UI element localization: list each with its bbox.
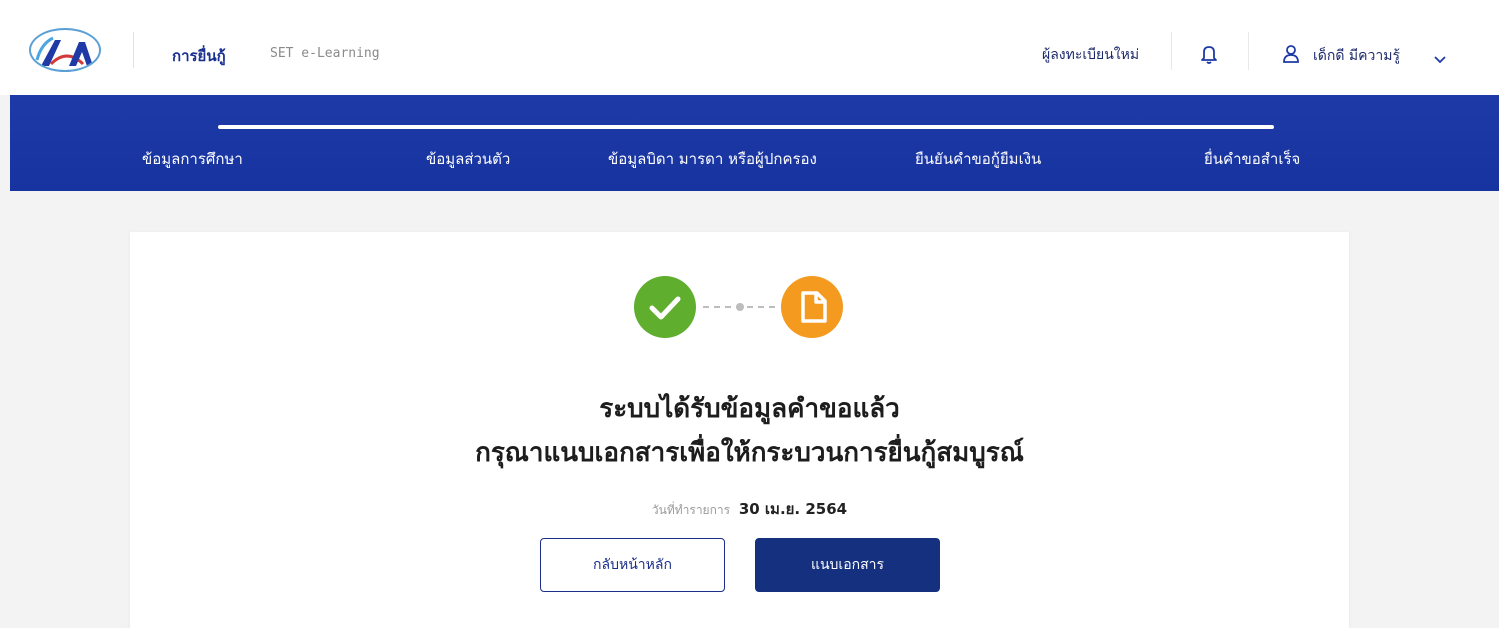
bell-icon[interactable] [1198,43,1220,65]
result-title: ระบบได้รับข้อมูลคำขอแล้ว [599,394,900,424]
nav-loan-link[interactable]: การยื่นกู้ [172,44,226,68]
check-circle-icon [634,276,696,338]
top-header: การยื่นกู้ SET e-Learning ผู้ลงทะเบียนให… [0,0,1499,95]
stepper-progress-line [218,125,1274,129]
nav-elearning-link[interactable]: SET e-Learning [270,46,380,61]
date-label: วันที่ทำรายการ [651,503,731,517]
progress-stepper: ข้อมูลการศึกษา ข้อมูลส่วนตัว ข้อมูลบิดา … [10,95,1499,191]
agency-logo[interactable] [29,28,101,72]
attach-documents-button[interactable]: แนบเอกสาร [755,538,940,592]
step-education: ข้อมูลการศึกษา [142,150,243,168]
result-subtitle: กรุณาแนบเอกสารเพื่อให้กระบวนการยื่นกู้สม… [475,438,1024,468]
back-home-button[interactable]: กลับหน้าหลัก [540,538,725,592]
register-link[interactable]: ผู้ลงทะเบียนใหม่ [1042,44,1139,66]
step-confirm: ยืนยันคำขอกู้ยืมเงิน [915,150,1042,168]
header-divider [1171,32,1172,70]
step-parents: ข้อมูลบิดา มารดา หรือผู้ปกครอง [608,150,817,168]
transaction-date: วันที่ทำรายการ 30 เม.ย. 2564 [0,497,1499,521]
header-divider [133,32,134,68]
date-value: 30 เม.ย. 2564 [738,500,848,518]
user-icon[interactable] [1282,44,1300,64]
step-personal: ข้อมูลส่วนตัว [426,150,511,168]
header-divider [1248,32,1249,70]
user-name[interactable]: เด็กดี มีความรู้ [1313,45,1400,67]
document-icon [781,276,843,338]
step-success: ยื่นคำขอสำเร็จ [1204,150,1301,168]
chevron-down-icon[interactable] [1433,50,1447,64]
status-indicator [633,275,848,339]
